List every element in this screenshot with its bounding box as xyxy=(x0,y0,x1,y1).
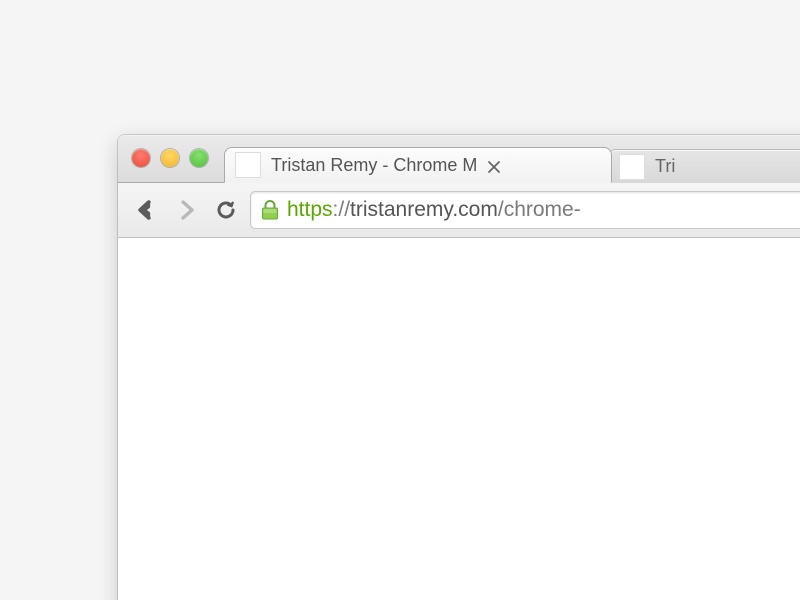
lock-icon xyxy=(261,200,279,220)
back-button[interactable] xyxy=(130,194,162,226)
url-protocol: https xyxy=(287,198,333,222)
close-window-button[interactable] xyxy=(132,149,150,167)
favicon-icon xyxy=(619,154,645,180)
minimize-window-button[interactable] xyxy=(161,149,179,167)
toolbar: https :// tristanremy.com /chrome- xyxy=(118,183,800,238)
tabs-container: Tristan Remy - Chrome M Tri xyxy=(224,148,800,183)
browser-window: Tristan Remy - Chrome M Tri xyxy=(118,135,800,600)
tab-title: Tri xyxy=(655,156,675,177)
page-content xyxy=(118,238,800,600)
tab-strip: Tristan Remy - Chrome M Tri xyxy=(118,135,800,183)
window-controls xyxy=(132,149,208,167)
url-text: https :// tristanremy.com /chrome- xyxy=(287,198,581,222)
tab-title: Tristan Remy - Chrome M xyxy=(271,155,477,176)
url-host: tristanremy.com xyxy=(350,198,498,222)
tab-inactive[interactable]: Tri xyxy=(608,149,800,183)
favicon-icon xyxy=(235,152,261,178)
reload-button[interactable] xyxy=(210,194,242,226)
url-separator: :// xyxy=(333,198,351,222)
close-tab-button[interactable] xyxy=(487,158,501,172)
zoom-window-button[interactable] xyxy=(190,149,208,167)
forward-button[interactable] xyxy=(170,194,202,226)
address-bar[interactable]: https :// tristanremy.com /chrome- xyxy=(250,191,800,229)
tab-active[interactable]: Tristan Remy - Chrome M xyxy=(224,147,612,183)
url-path: /chrome- xyxy=(498,198,581,222)
